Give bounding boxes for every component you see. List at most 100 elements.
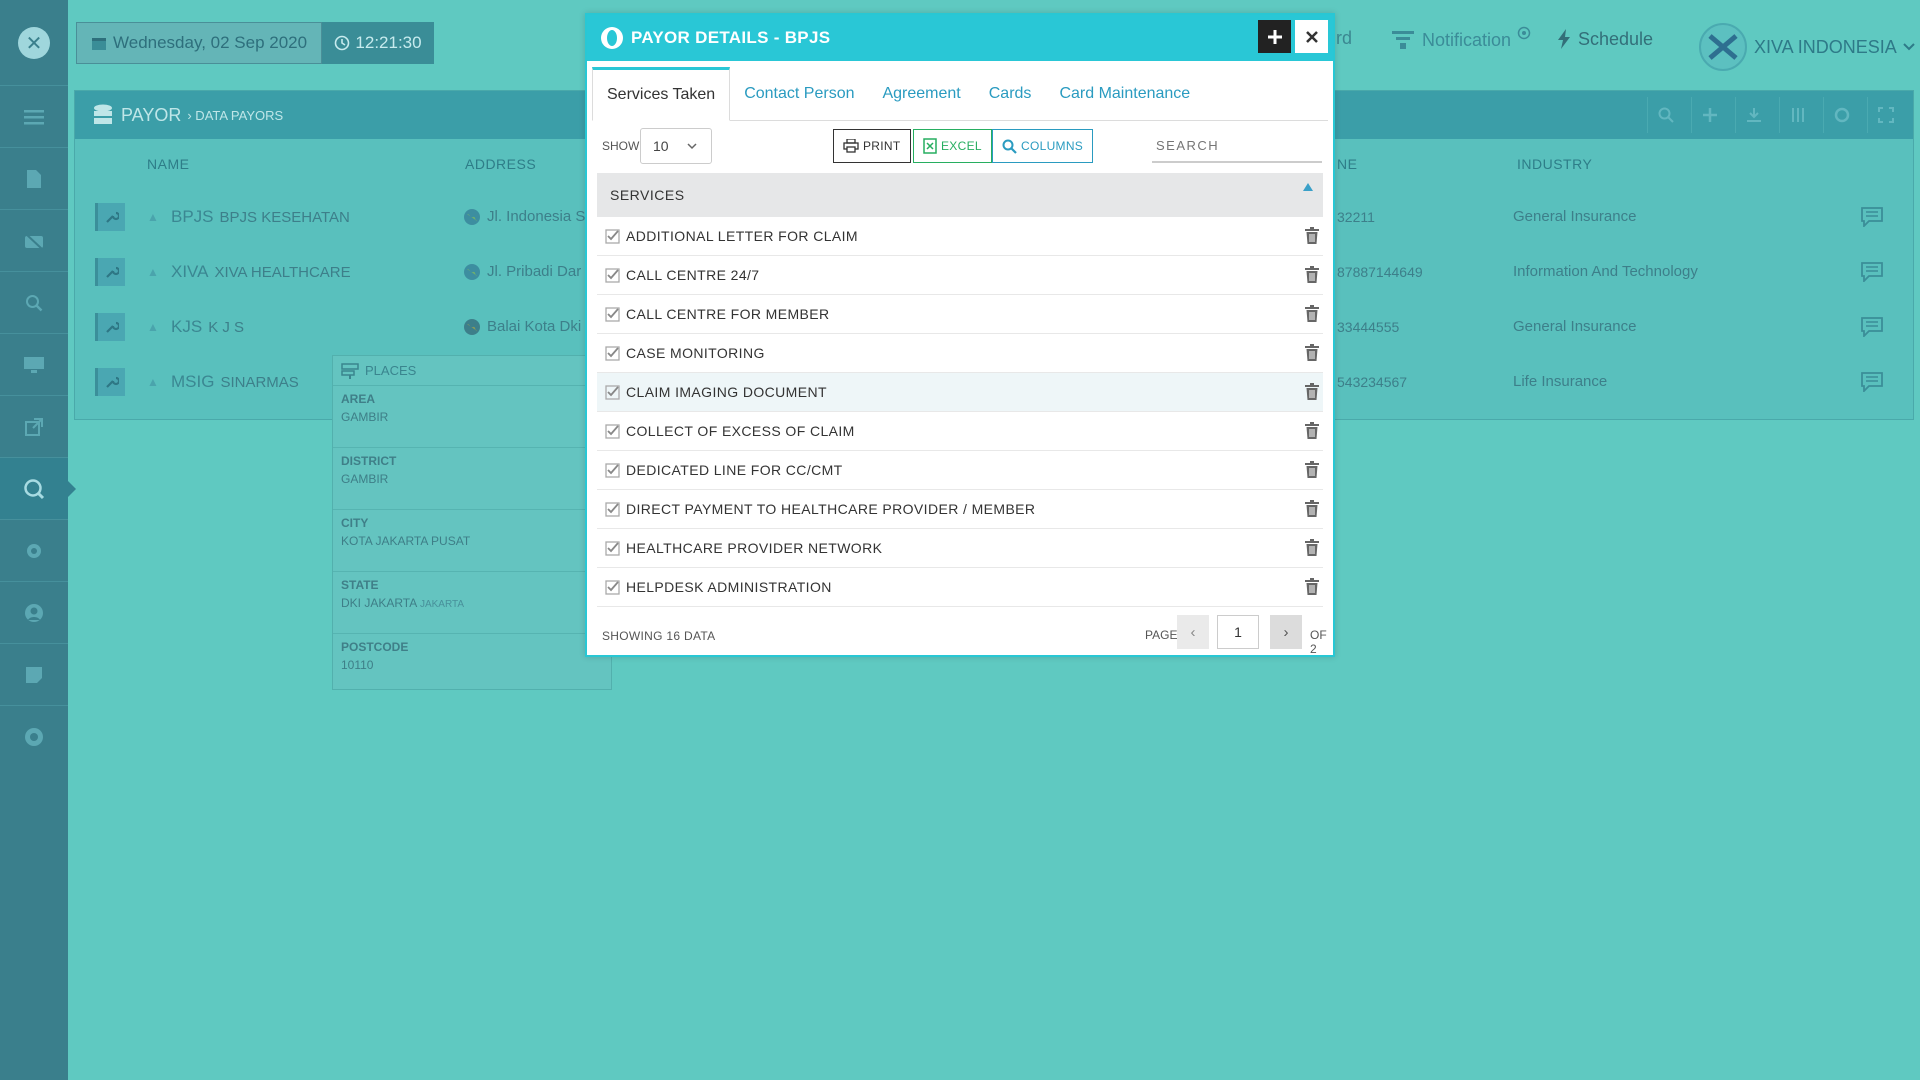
sidebar-item-settings[interactable] (0, 519, 68, 581)
sidebar-item-user[interactable] (0, 581, 68, 643)
tab-agreement[interactable]: Agreement (868, 67, 974, 121)
trash-icon[interactable] (1305, 578, 1319, 595)
sidebar-item-payor[interactable] (0, 457, 76, 519)
field-value: GAMBIR (341, 410, 389, 424)
search-icon (26, 294, 43, 311)
col-name[interactable]: NAME (147, 156, 189, 172)
globe-icon[interactable] (463, 208, 481, 226)
modal-title: PAYOR DETAILS - BPJS (631, 28, 831, 47)
search-tool-button[interactable] (1647, 97, 1683, 133)
list-item[interactable]: DIRECT PAYMENT TO HEALTHCARE PROVIDER / … (597, 490, 1323, 529)
sidebar-item-documents[interactable] (0, 147, 68, 209)
checkbox-checked-icon[interactable] (605, 501, 620, 517)
comment-button[interactable] (1861, 316, 1883, 337)
list-item[interactable]: CASE MONITORING (597, 334, 1323, 373)
dashboard-link[interactable]: rd (1336, 28, 1352, 49)
trash-icon[interactable] (1305, 461, 1319, 478)
fullscreen-tool-button[interactable] (1867, 97, 1903, 133)
edit-button[interactable] (95, 312, 125, 341)
edit-button[interactable] (95, 367, 125, 396)
checkbox-checked-icon[interactable] (605, 579, 620, 595)
list-item[interactable]: DEDICATED LINE FOR CC/CMT (597, 451, 1323, 490)
sidebar-item-menu[interactable] (0, 85, 68, 147)
edit-button[interactable] (95, 257, 125, 286)
places-title: PLACES (365, 363, 417, 378)
tab-cards[interactable]: Cards (975, 67, 1046, 121)
expand-icon[interactable]: ▲ (147, 320, 159, 334)
sidebar-item-profile[interactable] (0, 705, 68, 767)
comment-button[interactable] (1861, 371, 1883, 392)
payor-address: Balai Kota Dki (487, 318, 582, 335)
list-item[interactable]: ADDITIONAL LETTER FOR CLAIM (597, 217, 1323, 256)
checkbox-checked-icon[interactable] (605, 267, 620, 283)
payor-industry: General Insurance (1513, 318, 1637, 335)
tab-contact-person[interactable]: Contact Person (730, 67, 868, 121)
app-logo[interactable]: ✕ (0, 0, 68, 85)
trash-icon[interactable] (1305, 383, 1319, 400)
add-button[interactable] (1258, 20, 1291, 53)
breadcrumb[interactable]: › DATA PAYORS (187, 108, 283, 123)
expand-icon[interactable]: ▲ (147, 210, 159, 224)
checkbox-checked-icon[interactable] (605, 384, 620, 400)
print-button[interactable]: PRINT (833, 129, 911, 163)
trash-icon[interactable] (1305, 539, 1319, 556)
download-tool-button[interactable] (1735, 97, 1771, 133)
sidebar-item-share[interactable] (0, 395, 68, 457)
company-menu[interactable]: XIVA INDONESIA (1698, 22, 1915, 72)
sidebar-item-camera[interactable] (0, 209, 68, 271)
schedule-link[interactable]: Schedule (1556, 28, 1653, 50)
search-input[interactable] (1152, 129, 1322, 163)
next-page-button[interactable]: › (1270, 615, 1302, 649)
checkbox-checked-icon[interactable] (605, 306, 620, 322)
list-item[interactable]: CALL CENTRE FOR MEMBER (597, 295, 1323, 334)
expand-icon[interactable]: ▲ (147, 265, 159, 279)
filter-tool-button[interactable] (1779, 97, 1815, 133)
trash-icon[interactable] (1305, 266, 1319, 283)
add-tool-button[interactable] (1691, 97, 1727, 133)
page-input[interactable] (1217, 615, 1259, 649)
list-item[interactable]: COLLECT OF EXCESS OF CLAIM (597, 412, 1323, 451)
page-size-select[interactable]: 10 (640, 128, 712, 164)
sort-ascending-icon[interactable] (1303, 183, 1313, 191)
prev-page-button[interactable]: ‹ (1177, 615, 1209, 649)
globe-icon[interactable] (463, 263, 481, 281)
checkbox-checked-icon[interactable] (605, 423, 620, 439)
excel-button[interactable]: EXCEL (913, 129, 992, 163)
col-industry[interactable]: INDUSTRY (1517, 156, 1592, 172)
trash-icon[interactable] (1305, 305, 1319, 322)
globe-icon[interactable] (463, 318, 481, 336)
tab-card-maintenance[interactable]: Card Maintenance (1045, 67, 1204, 121)
close-button[interactable] (1295, 20, 1328, 53)
list-item[interactable]: HEALTHCARE PROVIDER NETWORK (597, 529, 1323, 568)
col-phone[interactable]: NE (1337, 156, 1357, 172)
panel-toolbar (1647, 97, 1903, 133)
comment-button[interactable] (1861, 206, 1883, 227)
columns-button[interactable]: COLUMNS (992, 129, 1094, 163)
checkbox-checked-icon[interactable] (605, 228, 620, 244)
tab-services-taken[interactable]: Services Taken (592, 67, 731, 121)
services-column-header[interactable]: SERVICES (597, 173, 1323, 217)
settings-tool-button[interactable] (1823, 97, 1859, 133)
checkbox-checked-icon[interactable] (605, 462, 620, 478)
sidebar-item-notes[interactable] (0, 643, 68, 705)
trash-icon[interactable] (1305, 500, 1319, 517)
trash-icon[interactable] (1305, 344, 1319, 361)
sidebar-item-search[interactable] (0, 271, 68, 333)
edit-button[interactable] (95, 202, 125, 231)
trash-icon[interactable] (1305, 422, 1319, 439)
trash-icon[interactable] (1305, 227, 1319, 244)
list-item[interactable]: CLAIM IMAGING DOCUMENT (597, 373, 1323, 412)
sidebar-item-monitor[interactable] (0, 333, 68, 395)
checkbox-checked-icon[interactable] (605, 540, 620, 556)
comment-button[interactable] (1861, 261, 1883, 282)
expand-icon[interactable]: ▲ (147, 375, 159, 389)
list-item[interactable]: CALL CENTRE 24/7 (597, 256, 1323, 295)
list-item[interactable]: HELPDESK ADMINISTRATION (597, 568, 1323, 607)
notification-link[interactable]: Notification (1390, 26, 1531, 52)
gear-icon (1834, 107, 1849, 123)
sidebar: ✕ (0, 0, 76, 1080)
record-count: SHOWING 16 DATA (602, 629, 716, 643)
checkbox-checked-icon[interactable] (605, 345, 620, 361)
payor-phone: 87887144649 (1337, 263, 1423, 280)
col-address[interactable]: ADDRESS (465, 156, 536, 172)
